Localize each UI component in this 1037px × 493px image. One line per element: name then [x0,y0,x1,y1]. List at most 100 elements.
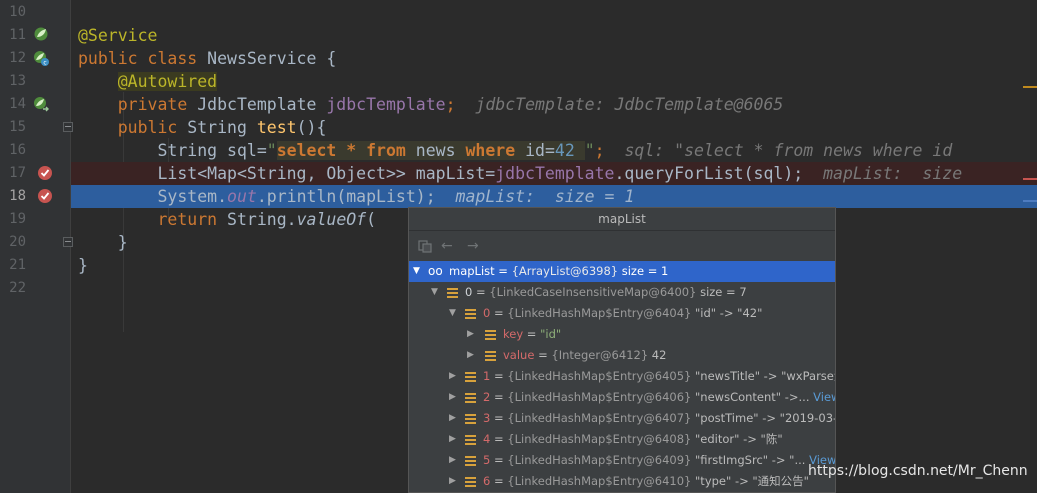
spring-bean-icon[interactable] [33,26,49,42]
collapsed-arrow-icon[interactable]: ▶ [449,471,456,492]
variable-value: "newsContent" ->... [691,390,814,404]
scrollbar-marker[interactable] [1023,178,1037,180]
line-number: 11 [9,27,26,43]
tree-row[interactable]: ▶ 1 = {LinkedHashMap$Entry@6405} "newsTi… [409,366,835,387]
tree-row[interactable]: ▶ 4 = {LinkedHashMap$Entry@6408} "editor… [409,429,835,450]
sql-text [574,141,585,160]
field-icon [465,456,476,466]
variable-value: "postTime" -> "2019-03- [691,411,835,425]
tree-row[interactable]: ▶ value = {Integer@6412} 42 [409,345,835,366]
view-link[interactable]: View [813,390,835,404]
field-name: jdbcTemplate [326,95,446,114]
equals: = [534,348,552,362]
annotation: @Service [78,26,158,45]
tree-row[interactable]: ▼ 0 = {LinkedHashMap$Entry@6404} "id" ->… [409,303,835,324]
code-line-12: public class NewsService { [71,47,1037,70]
code-line-13: @Autowired [71,70,1037,93]
equals: = [490,390,508,404]
scrollbar-marker[interactable] [1023,86,1037,88]
equals: = [490,306,508,320]
sql-keyword: select [276,141,337,160]
method-name: test [256,118,297,137]
string-quote: " [266,141,277,160]
line-number: 19 [9,211,26,227]
variable-value: size = 7 [696,285,747,299]
variable-inspector-popup[interactable]: mapList ← → ▼ oo mapList = {ArrayList@63… [408,207,836,493]
code-line-14: private JdbcTemplate jdbcTemplate; jdbcT… [71,93,1037,116]
variable-name: value [503,348,535,362]
autowired-dependency-icon[interactable] [33,96,49,112]
tree-row[interactable]: ▼ 0 = {LinkedCaseInsensitiveMap@6400} si… [409,282,835,303]
variable-value: "type" -> "通知公告" [691,474,809,488]
expanded-arrow-icon[interactable]: ▼ [413,261,420,282]
tree-row[interactable]: ▶ 3 = {LinkedHashMap$Entry@6407} "postTi… [409,408,835,429]
collapsed-arrow-icon[interactable]: ▶ [449,366,456,387]
code-text: String sql= [157,141,267,160]
tree-row[interactable]: ▶ 5 = {LinkedHashMap$Entry@6409} "firstI… [409,450,835,471]
collapsed-arrow-icon[interactable]: ▶ [449,450,456,471]
equals: = [490,432,508,446]
code-text: String. [217,210,297,229]
variable-name: key [503,327,524,341]
line-number: 14 [9,96,26,112]
line-number: 15 [9,119,26,135]
scrollbar-marker[interactable] [1023,200,1037,202]
spring-component-icon[interactable]: c [33,50,49,66]
field-icon [447,288,458,298]
expanded-arrow-icon[interactable]: ▼ [449,303,456,324]
code-line-16: String sql="select * from news where id=… [71,139,1037,162]
keyword: public [78,49,138,68]
line-number: 13 [9,73,26,89]
variable-type: {LinkedHashMap$Entry@6408} [507,432,692,446]
code-line-18-current: System.out.println(mapList); mapList: si… [71,185,1037,208]
variable-type: {LinkedHashMap$Entry@6406} [507,390,692,404]
line-number: 10 [9,4,26,20]
tree-row[interactable]: ▶ key = "id" [409,324,835,345]
back-arrow-icon[interactable]: ← [441,238,453,254]
navigate-source-icon[interactable] [418,239,432,253]
semicolon: ; [445,95,456,114]
expanded-arrow-icon[interactable]: ▼ [431,282,438,303]
keyword: public [117,118,178,137]
variable-type: {Integer@6412} [551,348,649,362]
sql-keyword: where [465,141,516,160]
collapsed-arrow-icon[interactable]: ▶ [449,408,456,429]
collapsed-arrow-icon[interactable]: ▶ [449,387,456,408]
collapsed-arrow-icon[interactable]: ▶ [467,345,474,366]
collapsed-arrow-icon[interactable]: ▶ [467,324,474,345]
code-line-17: List<Map<String, Object>> mapList=jdbcTe… [71,162,1037,185]
field-icon [465,372,476,382]
inline-debug-value: mapList: size = 1 [435,187,635,206]
variable-name: mapList [449,264,495,278]
field-icon [465,309,476,319]
tree-row[interactable]: ▶ 6 = {LinkedHashMap$Entry@6410} "type" … [409,471,835,492]
line-number: 21 [9,257,26,273]
variable-value: "id" -> "42" [691,306,763,320]
equals: = [490,453,508,467]
sql-text: * [336,141,367,160]
tree-row[interactable]: ▶ 2 = {LinkedHashMap$Entry@6406} "newsCo… [409,387,835,408]
breakpoint-icon[interactable] [37,165,53,181]
variable-type: {LinkedHashMap$Entry@6409} [507,453,692,467]
inline-debug-value: mapList: size [803,164,963,183]
forward-arrow-icon[interactable]: → [467,238,479,254]
collapsed-arrow-icon[interactable]: ▶ [449,429,456,450]
variable-value: "id" [540,327,562,341]
watch-glasses-icon: oo [428,264,443,278]
equals: = [490,369,508,383]
equals: = [523,327,541,341]
breakpoint-icon[interactable] [37,188,53,204]
method-name: valueOf [296,210,367,229]
line-number: 12 [9,50,26,66]
editor-gutter[interactable]: 10 11 12 13 14 15 16 17 18 19 20 21 22 c [0,0,73,493]
tree-row[interactable]: ▼ oo mapList = {ArrayList@6398} size = 1 [409,261,835,282]
line-number: 22 [9,280,26,296]
sql-text: id= [515,141,555,160]
variable-type: {ArrayList@6398} [511,264,619,278]
sql-keyword: from [366,141,406,160]
field-name: jdbcTemplate [495,164,615,183]
variable-type: {LinkedHashMap$Entry@6404} [507,306,692,320]
semicolon: ; [594,141,605,160]
code-text: List<Map<String, Object>> mapList= [157,164,496,183]
popup-title[interactable]: mapList [409,208,835,231]
